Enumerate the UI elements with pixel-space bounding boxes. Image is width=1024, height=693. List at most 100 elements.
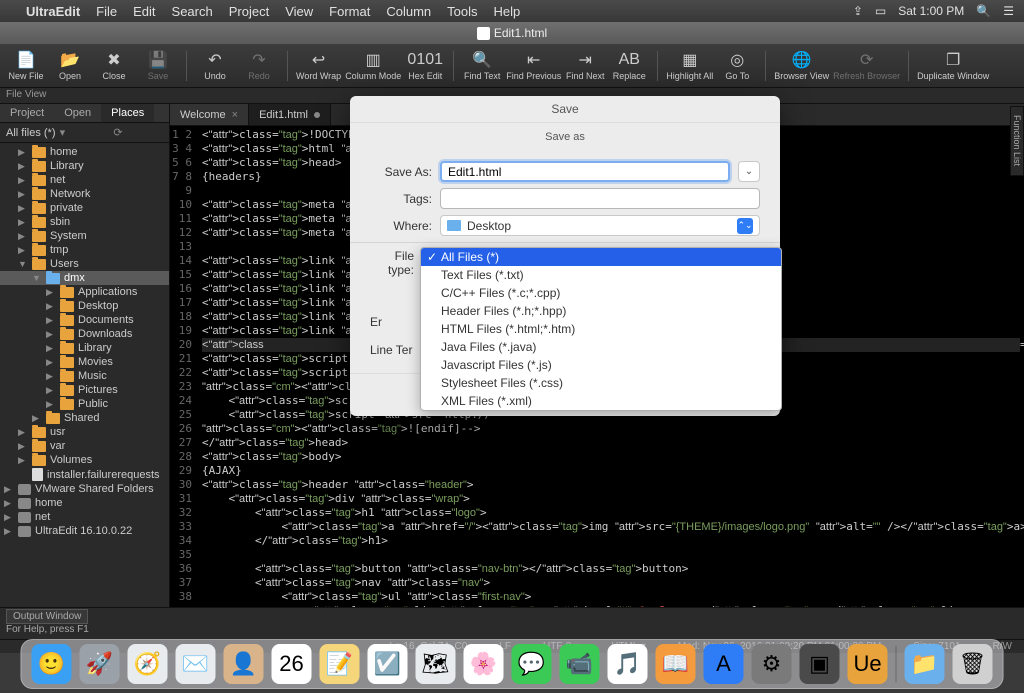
tree-item[interactable]: ▶sbin xyxy=(0,215,169,229)
toolbar-save[interactable]: 💾Save xyxy=(138,50,178,81)
toolbar-hex-edit[interactable]: 0101Hex Edit xyxy=(405,50,445,81)
menu-format[interactable]: Format xyxy=(329,4,370,19)
tree-item[interactable]: ▶usr xyxy=(0,425,169,439)
tab-edit1[interactable]: Edit1.html xyxy=(249,104,331,125)
sidebar-tab-open[interactable]: Open xyxy=(54,104,101,122)
dock-mail[interactable]: ✉️ xyxy=(176,644,216,684)
dock-photos[interactable]: 🌸 xyxy=(464,644,504,684)
tree-item[interactable]: installer.failurerequests xyxy=(0,467,169,482)
tree-item[interactable]: ▶Downloads xyxy=(0,327,169,341)
tags-input[interactable] xyxy=(440,188,760,209)
disclosure-icon[interactable]: ▶ xyxy=(18,175,28,186)
disclosure-icon[interactable]: ▶ xyxy=(18,217,28,228)
menu-file[interactable]: File xyxy=(96,4,117,19)
dock-documents[interactable]: 📁 xyxy=(905,644,945,684)
tree-item[interactable]: ▶Applications xyxy=(0,285,169,299)
dock-itunes[interactable]: 🎵 xyxy=(608,644,648,684)
disclosure-icon[interactable]: ▶ xyxy=(4,526,14,537)
assist-icon[interactable]: ⇪ xyxy=(853,4,863,18)
dock-vmware[interactable]: ▣ xyxy=(800,644,840,684)
disclosure-icon[interactable]: ▼ xyxy=(18,259,28,269)
file-type-option[interactable]: HTML Files (*.html;*.htm) xyxy=(421,320,781,338)
tree-item[interactable]: ▶net xyxy=(0,510,169,524)
file-type-option[interactable]: All Files (*) xyxy=(421,248,781,266)
tree-item[interactable]: ▶net xyxy=(0,173,169,187)
disclosure-icon[interactable]: ▶ xyxy=(46,315,56,326)
tree-item[interactable]: ▶System xyxy=(0,229,169,243)
disclosure-icon[interactable]: ▶ xyxy=(46,301,56,312)
tree-item[interactable]: ▶VMware Shared Folders xyxy=(0,482,169,496)
dock-safari[interactable]: 🧭 xyxy=(128,644,168,684)
disclosure-icon[interactable]: ▶ xyxy=(46,287,56,298)
tree-item[interactable]: ▶Public xyxy=(0,397,169,411)
dock-appstore[interactable]: A xyxy=(704,644,744,684)
toolbar-find-next[interactable]: ⇥Find Next xyxy=(565,50,605,81)
sidebar-tab-places[interactable]: Places xyxy=(101,104,154,122)
dock-contacts[interactable]: 👤 xyxy=(224,644,264,684)
save-as-input[interactable] xyxy=(440,161,730,182)
tree-item[interactable]: ▶private xyxy=(0,201,169,215)
dock-notes[interactable]: 📝 xyxy=(320,644,360,684)
disclosure-icon[interactable]: ▶ xyxy=(46,371,56,382)
dock-reminders[interactable]: ☑️ xyxy=(368,644,408,684)
toolbar-word-wrap[interactable]: ↩Word Wrap xyxy=(296,50,341,81)
notifications-icon[interactable]: ☰ xyxy=(1003,4,1014,18)
file-type-option[interactable]: Javascript Files (*.js) xyxy=(421,356,781,374)
menu-view[interactable]: View xyxy=(285,4,313,19)
toolbar-find-previous[interactable]: ⇤Find Previous xyxy=(506,50,561,81)
expand-button[interactable]: ⌄ xyxy=(738,161,760,182)
dock-trash[interactable]: 🗑 xyxy=(953,644,993,684)
toolbar-redo[interactable]: ↷Redo xyxy=(239,50,279,81)
dock-messages[interactable]: 💬 xyxy=(512,644,552,684)
dock-facetime[interactable]: 📹 xyxy=(560,644,600,684)
file-type-option[interactable]: Header Files (*.h;*.hpp) xyxy=(421,302,781,320)
toolbar-refresh-browser[interactable]: ⟳Refresh Browser xyxy=(833,50,900,81)
display-icon[interactable]: ▭ xyxy=(875,4,886,18)
tree-item[interactable]: ▶Desktop xyxy=(0,299,169,313)
menu-help[interactable]: Help xyxy=(493,4,520,19)
tree-item[interactable]: ▶UltraEdit 16.10.0.22 xyxy=(0,524,169,538)
disclosure-icon[interactable]: ▶ xyxy=(18,427,28,438)
toolbar-replace[interactable]: ABReplace xyxy=(609,50,649,81)
disclosure-icon[interactable]: ▶ xyxy=(4,498,14,509)
dock-ibooks[interactable]: 📖 xyxy=(656,644,696,684)
disclosure-icon[interactable]: ▶ xyxy=(18,441,28,452)
dock-ultraedit[interactable]: Ue xyxy=(848,644,888,684)
disclosure-icon[interactable]: ▶ xyxy=(46,399,56,410)
disclosure-icon[interactable]: ▶ xyxy=(18,161,28,172)
toolbar-highlight-all[interactable]: ▦Highlight All xyxy=(666,50,713,81)
tree-item[interactable]: ▶Documents xyxy=(0,313,169,327)
toolbar-duplicate-window[interactable]: ❐Duplicate Window xyxy=(917,50,989,81)
dock-finder[interactable]: 🙂 xyxy=(32,644,72,684)
disclosure-icon[interactable]: ▼ xyxy=(32,273,42,283)
file-type-option[interactable]: Java Files (*.java) xyxy=(421,338,781,356)
tree-item[interactable]: ▶var xyxy=(0,439,169,453)
dock-preferences[interactable]: ⚙ xyxy=(752,644,792,684)
output-tab[interactable]: Output Window xyxy=(6,609,88,624)
toolbar-close[interactable]: ✖Close xyxy=(94,50,134,81)
function-list-tab[interactable]: Function List xyxy=(1010,106,1024,176)
disclosure-icon[interactable]: ▶ xyxy=(32,413,42,424)
toolbar-column-mode[interactable]: ▥Column Mode xyxy=(345,50,401,81)
where-combo[interactable]: Desktop ⌃⌄ xyxy=(440,215,760,236)
disclosure-icon[interactable]: ▶ xyxy=(18,245,28,256)
disclosure-icon[interactable]: ▶ xyxy=(18,147,28,158)
tree-item[interactable]: ▶Shared xyxy=(0,411,169,425)
dock-maps[interactable]: 🗺 xyxy=(416,644,456,684)
toolbar-open[interactable]: 📂Open xyxy=(50,50,90,81)
menu-project[interactable]: Project xyxy=(229,4,269,19)
toolbar-browser-view[interactable]: 🌐Browser View xyxy=(774,50,829,81)
sidebar-tab-project[interactable]: Project xyxy=(0,104,54,122)
tree-item[interactable]: ▶Volumes xyxy=(0,453,169,467)
tree-item[interactable]: ▶Library xyxy=(0,341,169,355)
disclosure-icon[interactable]: ▶ xyxy=(18,189,28,200)
disclosure-icon[interactable]: ▶ xyxy=(4,512,14,523)
menu-column[interactable]: Column xyxy=(386,4,431,19)
spotlight-icon[interactable]: 🔍 xyxy=(976,4,991,18)
toolbar-go-to[interactable]: ◎Go To xyxy=(717,50,757,81)
tree-item[interactable]: ▼dmx xyxy=(0,271,169,285)
menu-tools[interactable]: Tools xyxy=(447,4,477,19)
disclosure-icon[interactable]: ▶ xyxy=(46,357,56,368)
disclosure-icon[interactable]: ▶ xyxy=(18,455,28,466)
disclosure-icon[interactable]: ▶ xyxy=(46,329,56,340)
